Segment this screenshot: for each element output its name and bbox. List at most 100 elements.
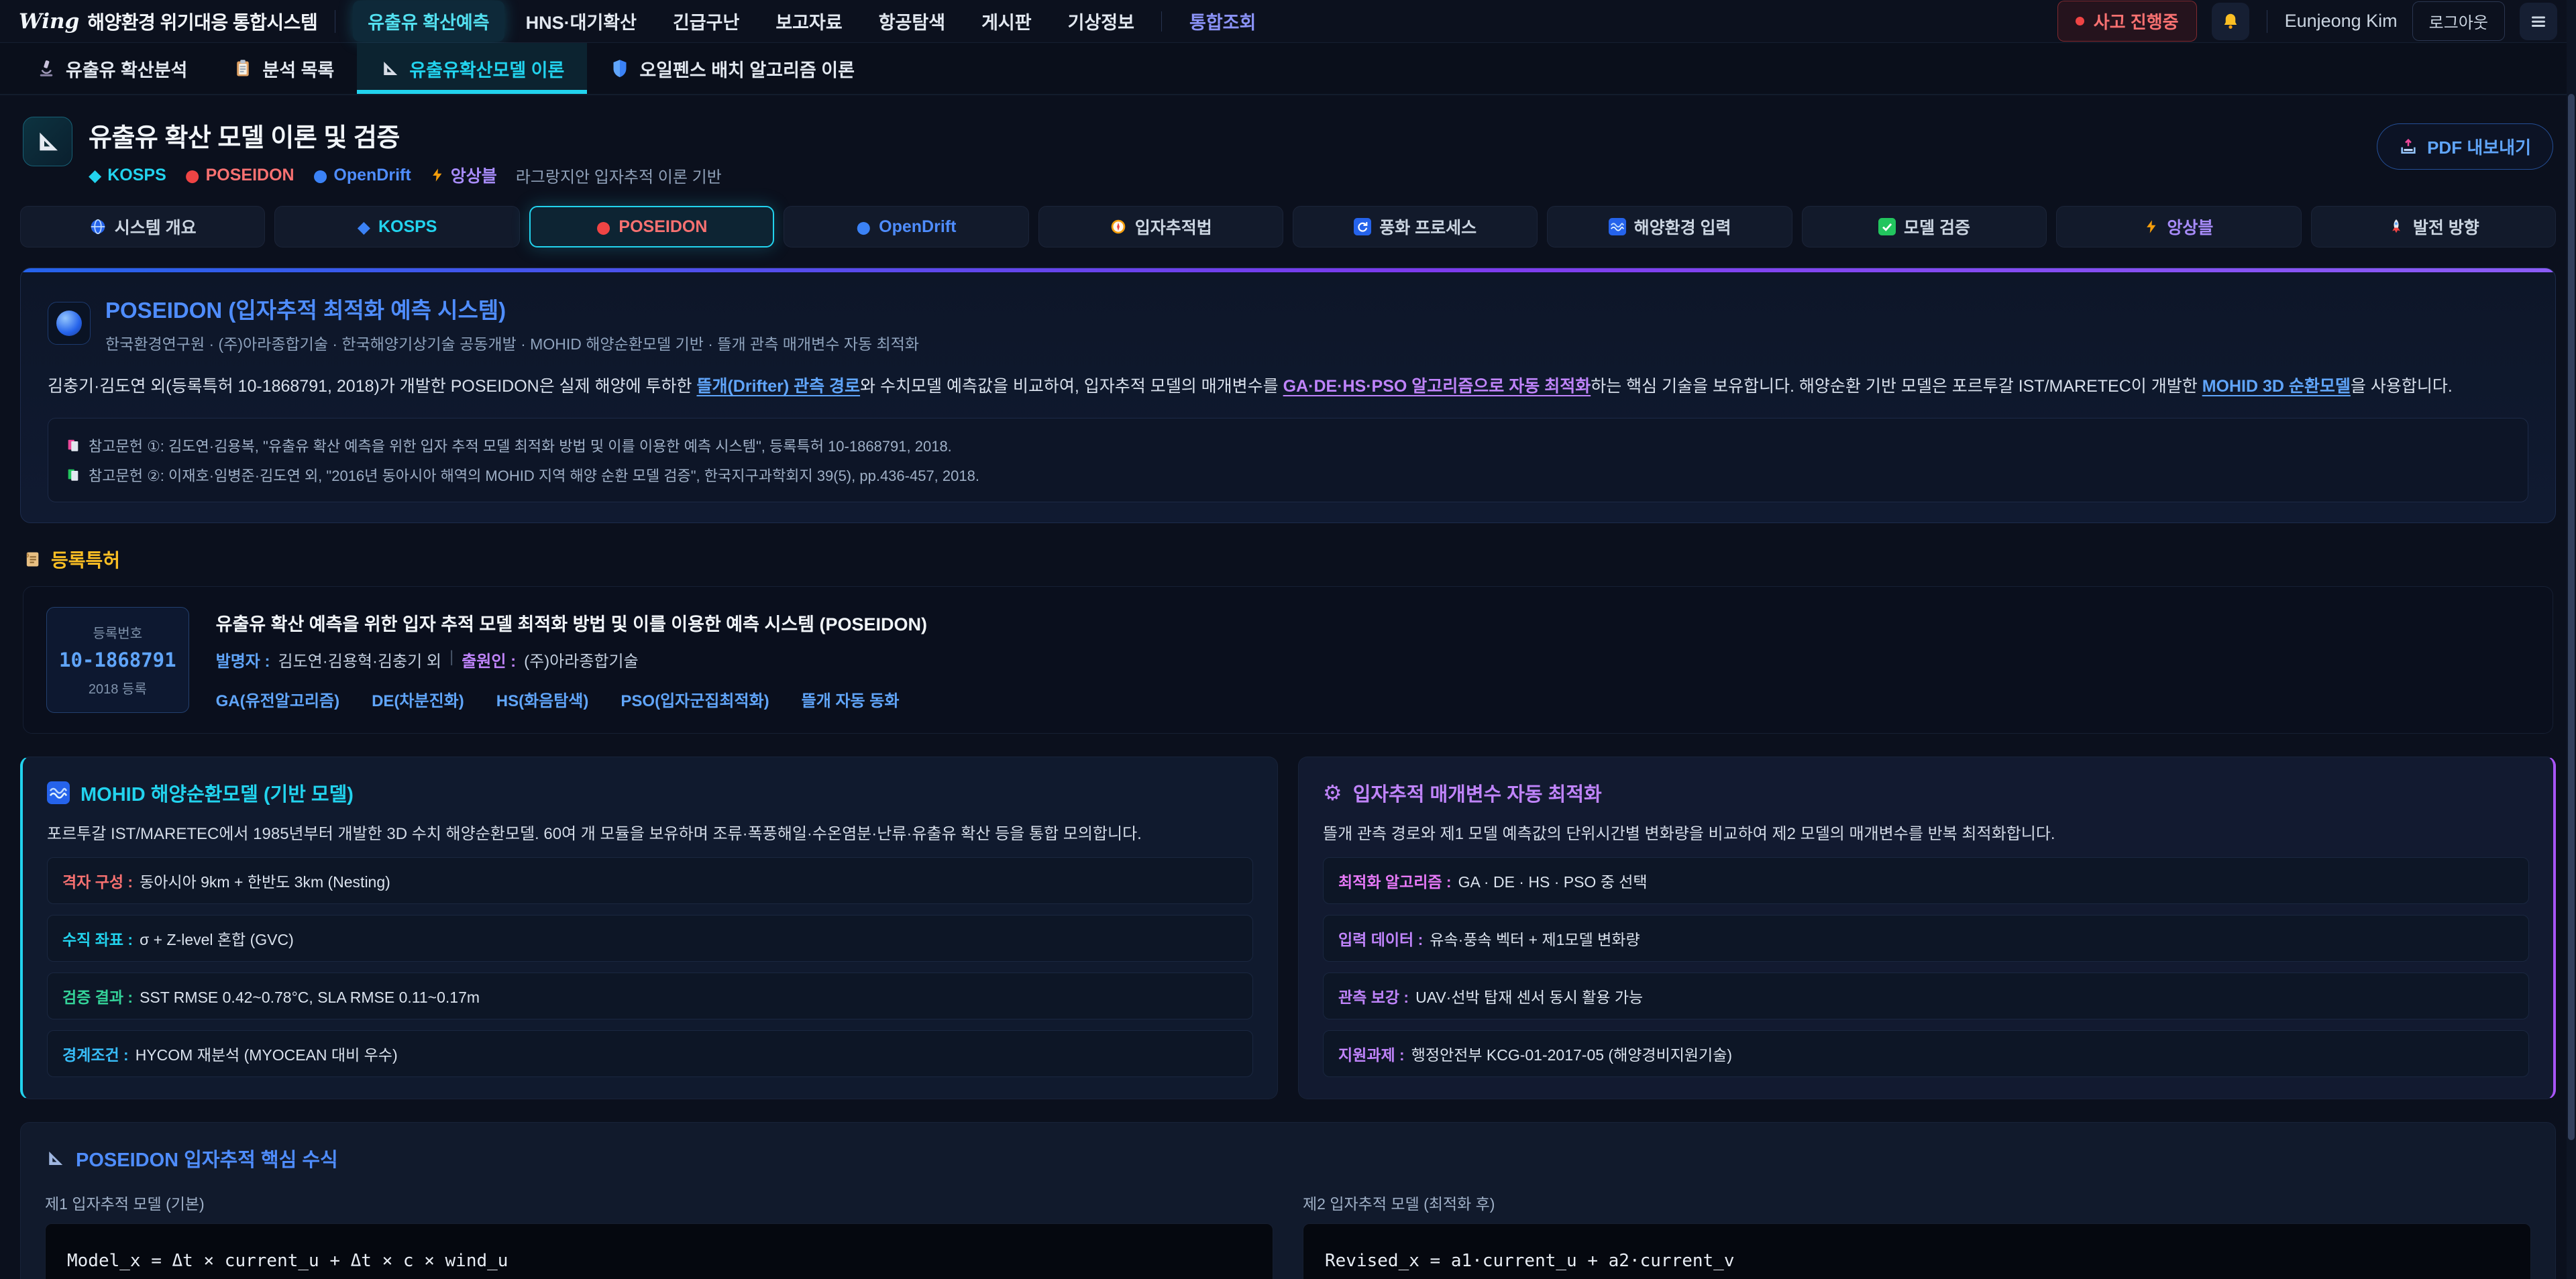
tag-kosps: ◆ KOSPS [89, 166, 166, 185]
hamburger-icon [2528, 11, 2548, 32]
scroll-icon [23, 550, 42, 569]
stab-poseidon[interactable]: ● POSEIDON [529, 206, 774, 247]
tag-ensemble: 앙상블 [430, 163, 497, 187]
spec-row-input-data: 입력 데이터 :유속·풍속 벡터 + 제1모델 변화량 [1323, 915, 2529, 962]
patent-year: 2018 등록 [89, 678, 147, 698]
refresh-icon [1354, 218, 1371, 235]
algorithm-chips: GA(유전알고리즘) DE(차분진화) HS(화음탐색) PSO(입자군집최적화… [216, 687, 927, 711]
rocket-icon [2387, 218, 2405, 235]
stab-system-overview[interactable]: 시스템 개요 [20, 206, 265, 247]
tab-analysis-list[interactable]: 분석 목록 [210, 43, 357, 94]
formula-code-block: Revised_x = a1·current_u + a2·current_v … [1303, 1223, 2531, 1279]
stab-future-direction[interactable]: 발전 방향 [2311, 206, 2556, 247]
stab-ensemble[interactable]: 앙상블 [2056, 206, 2301, 247]
logout-button[interactable]: 로그아웃 [2412, 1, 2505, 41]
scrollbar-thumb[interactable] [2568, 94, 2575, 1140]
menu-button[interactable] [2520, 3, 2557, 40]
poseidon-title: POSEIDON (입자추적 최적화 예측 시스템) [105, 292, 919, 325]
stab-opendrift[interactable]: ● OpenDrift [784, 206, 1028, 247]
incident-status-badge: 사고 진행중 [2057, 1, 2197, 42]
sub-tab-bar: 유출유 확산분석 분석 목록 유출유확산모델 이론 오일펜스 배치 알고리즘 이… [0, 43, 2576, 95]
bookmark-tabs-icon [66, 467, 80, 482]
patent-number-box: 등록번호 10-1868791 2018 등록 [46, 607, 189, 713]
page-icon [23, 117, 72, 166]
optimization-link[interactable]: GA·DE·HS·PSO 알고리즘으로 자동 최적화 [1283, 377, 1591, 396]
tab-oil-fence-theory[interactable]: 오일펜스 배치 알고리즘 이론 [587, 43, 877, 94]
patent-title: 유출유 확산 예측을 위한 입자 추적 모델 최적화 방법 및 이를 이용한 예… [216, 610, 927, 636]
page-header: 유출유 확산 모델 이론 및 검증 ◆ KOSPS ● POSEIDON ● O… [20, 111, 2556, 187]
nav-board[interactable]: 게시판 [967, 1, 1046, 42]
check-icon [1878, 218, 1896, 235]
reference-item: 참고문헌 ②: 이재호·임병준·김도연 외, "2016년 동아시아 해역의 M… [66, 460, 2510, 490]
globe-icon [89, 218, 107, 235]
nav-emergency-rescue[interactable]: 긴급구난 [658, 1, 754, 42]
wave-icon [47, 781, 70, 804]
nav-weather-info[interactable]: 기상정보 [1053, 1, 1149, 42]
nav-aerial-search[interactable]: 항공탐색 [864, 1, 960, 42]
chip-ga[interactable]: GA(유전알고리즘) [216, 687, 339, 711]
chip-hs[interactable]: HS(화음탐색) [496, 687, 589, 711]
chip-de[interactable]: DE(차분진화) [372, 687, 464, 711]
spec-row-validation: 검증 결과 :SST RMSE 0.42~0.78°C, SLA RMSE 0.… [47, 972, 1253, 1019]
inventor-label: 발명자 : [216, 648, 270, 671]
stab-ocean-env-input[interactable]: 해양환경 입력 [1547, 206, 1792, 247]
scrollbar-track[interactable] [2567, 0, 2576, 1279]
mohid-link[interactable]: MOHID 3D 순환모델 [2202, 377, 2351, 396]
nav-oil-spill-prediction[interactable]: 유출유 확산예측 [353, 1, 504, 42]
nav-integrated-search[interactable]: 통합조회 [1174, 0, 1271, 42]
spec-row-grid: 격자 구성 :동아시아 9km + 한반도 3km (Nesting) [47, 857, 1253, 904]
pdf-export-label: PDF 내보내기 [2427, 134, 2531, 159]
triangle-ruler-icon [380, 58, 400, 78]
stab-weathering-process[interactable]: 풍화 프로세스 [1293, 206, 1538, 247]
app-logo: Wing [19, 9, 79, 34]
mohid-card: MOHID 해양순환모델 (기반 모델) 포르투갈 IST/MARETEC에서 … [20, 757, 1278, 1099]
tab-spill-model-theory[interactable]: 유출유확산모델 이론 [357, 43, 587, 94]
microscope-icon [36, 58, 56, 78]
bell-icon [2220, 11, 2241, 32]
reference-item: 참고문헌 ①: 김도연·김용복, "유출유 확산 예측을 위한 입자 추적 모델… [66, 431, 2510, 460]
formula-code-block: Model_x = Δt × current_u + Δt × c × wind… [45, 1223, 1273, 1279]
nav-reports[interactable]: 보고자료 [761, 1, 857, 42]
tab-label: 분석 목록 [262, 56, 334, 82]
optimizer-description: 뜰개 관측 경로와 제1 모델 예측값의 단위시간별 변화량을 비교하여 제2 … [1323, 822, 2529, 846]
nav-hns-air-diffusion[interactable]: HNS·대기확산 [511, 1, 651, 42]
export-tray-icon [2399, 137, 2418, 156]
lightning-icon [2144, 218, 2159, 235]
pdf-export-button[interactable]: PDF 내보내기 [2377, 123, 2553, 170]
diamond-icon: ◆ [89, 166, 101, 185]
incident-badge-label: 사고 진행중 [2094, 9, 2179, 34]
formula-label: 제1 입자추적 모델 (기본) [45, 1191, 1273, 1214]
gear-icon: ⚙ [1323, 780, 1342, 805]
clipboard-icon [233, 58, 253, 78]
circle-icon: ● [313, 166, 328, 185]
applicant-label: 출원인 : [462, 648, 516, 671]
formula-label: 제2 입자추적 모델 (최적화 후) [1303, 1191, 2531, 1214]
stab-kosps[interactable]: ◆ KOSPS [274, 206, 519, 247]
tag-opendrift: ● OpenDrift [313, 166, 411, 185]
poseidon-subtitle: 한국환경연구원 · (주)아라종합기술 · 한국해양기상기술 공동개발 · MO… [105, 331, 919, 354]
main-nav: 유출유 확산예측 HNS·대기확산 긴급구난 보고자료 항공탐색 게시판 기상정… [353, 0, 1271, 42]
tag-poseidon: ● POSEIDON [185, 166, 294, 185]
drifter-link[interactable]: 뜰개(Drifter) 관측 경로 [696, 377, 860, 396]
tab-label: 유출유확산모델 이론 [409, 56, 564, 82]
bookmark-tabs-icon [66, 438, 80, 453]
spec-row-boundary: 경계조건 :HYCOM 재분석 (MYOCEAN 대비 우수) [47, 1030, 1253, 1077]
chip-drifter-assimilation[interactable]: 뜰개 자동 동화 [802, 687, 900, 711]
applicant-name: (주)아라종합기술 [524, 648, 639, 671]
patent-number-label: 등록번호 [93, 622, 143, 642]
patent-section-title: 등록특허 [23, 546, 2553, 573]
formula-section: POSEIDON 입자추적 핵심 수식 제1 입자추적 모델 (기본) Mode… [20, 1122, 2556, 1279]
stab-model-validation[interactable]: 모델 검증 [1802, 206, 2047, 247]
lightning-icon [430, 166, 445, 184]
chip-pso[interactable]: PSO(입자군집최적화) [621, 687, 769, 711]
tab-spill-analysis[interactable]: 유출유 확산분석 [13, 43, 210, 94]
stab-particle-tracking[interactable]: 입자추적법 [1038, 206, 1283, 247]
notifications-button[interactable] [2212, 3, 2249, 40]
section-tab-bar: 시스템 개요 ◆ KOSPS ● POSEIDON ● OpenDrift 입자… [20, 206, 2556, 247]
triangle-ruler-icon [45, 1148, 65, 1168]
tab-label: 오일펜스 배치 알고리즘 이론 [639, 56, 855, 82]
circle-icon: ● [596, 217, 611, 237]
formula-basic-model: 제1 입자추적 모델 (기본) Model_x = Δt × current_u… [45, 1191, 1273, 1279]
circle-icon: ● [185, 166, 200, 185]
optimizer-card: ⚙ 입자추적 매개변수 자동 최적화 뜰개 관측 경로와 제1 모델 예측값의 … [1298, 757, 2556, 1099]
